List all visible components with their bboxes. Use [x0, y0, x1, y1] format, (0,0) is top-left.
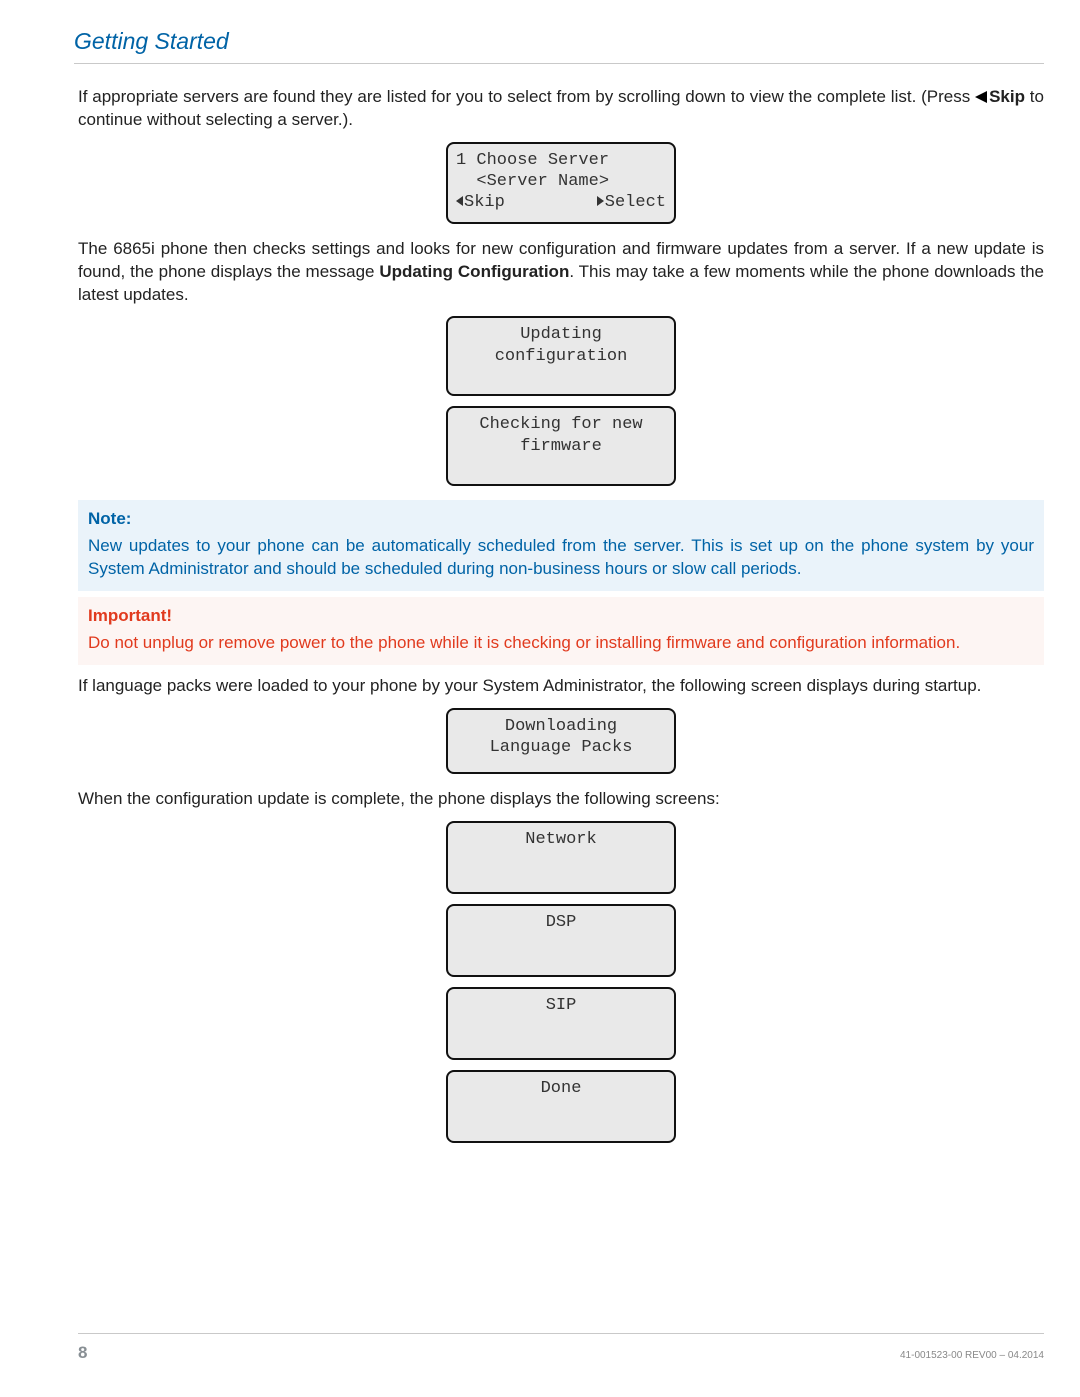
important-body: Do not unplug or remove power to the pho… [88, 632, 1034, 655]
lcd2-line2: configuration [456, 346, 666, 367]
lcd8-line1: Done [456, 1078, 666, 1099]
lcd1-line1: 1 Choose Server [456, 150, 666, 171]
paragraph-updating: The 6865i phone then checks settings and… [78, 238, 1044, 307]
lcd4-line1: Downloading [456, 716, 666, 737]
lcd5-line1: Network [456, 829, 666, 850]
triangle-right-small-icon [597, 196, 604, 206]
triangle-left-icon [975, 91, 987, 103]
page-title: Getting Started [74, 26, 1044, 64]
lcd-updating-config: Updating configuration [446, 316, 676, 396]
paragraph-language-packs: If language packs were loaded to your ph… [78, 675, 1044, 698]
important-callout: Important! Do not unplug or remove power… [78, 597, 1044, 665]
lcd1-line2: <Server Name> [456, 171, 666, 192]
lcd3-line1: Checking for new [456, 414, 666, 435]
lcd-choose-server: 1 Choose Server <Server Name> Skip Selec… [446, 142, 676, 224]
lcd7-line1: SIP [456, 995, 666, 1016]
note-body: New updates to your phone can be automat… [88, 535, 1034, 581]
intro-text-a: If appropriate servers are found they ar… [78, 87, 975, 106]
note-callout: Note: New updates to your phone can be a… [78, 500, 1044, 591]
para2-bold: Updating Configuration [379, 262, 569, 281]
page-footer: 8 41-001523-00 REV00 – 04.2014 [78, 1333, 1044, 1365]
lcd4-line2: Language Packs [456, 737, 666, 758]
lcd-network: Network [446, 821, 676, 894]
page-number: 8 [78, 1342, 87, 1365]
lcd-downloading-lang: Downloading Language Packs [446, 708, 676, 774]
lcd-done: Done [446, 1070, 676, 1143]
triangle-left-small-icon [456, 196, 463, 206]
lcd-dsp: DSP [446, 904, 676, 977]
intro-paragraph: If appropriate servers are found they ar… [78, 86, 1044, 132]
important-title: Important! [88, 605, 1034, 628]
lcd3-line2: firmware [456, 436, 666, 457]
lcd-sip: SIP [446, 987, 676, 1060]
intro-bold-skip: Skip [989, 87, 1025, 106]
lcd1-right-label: Select [605, 193, 666, 212]
paragraph-config-complete: When the configuration update is complet… [78, 788, 1044, 811]
document-id: 41-001523-00 REV00 – 04.2014 [900, 1349, 1044, 1363]
lcd1-softkey-right: Select [597, 192, 666, 213]
lcd6-line1: DSP [456, 912, 666, 933]
lcd1-softkey-left: Skip [456, 192, 505, 213]
lcd-checking-firmware: Checking for new firmware [446, 406, 676, 486]
note-title: Note: [88, 508, 1034, 531]
lcd1-left-label: Skip [464, 193, 505, 212]
lcd2-line1: Updating [456, 324, 666, 345]
